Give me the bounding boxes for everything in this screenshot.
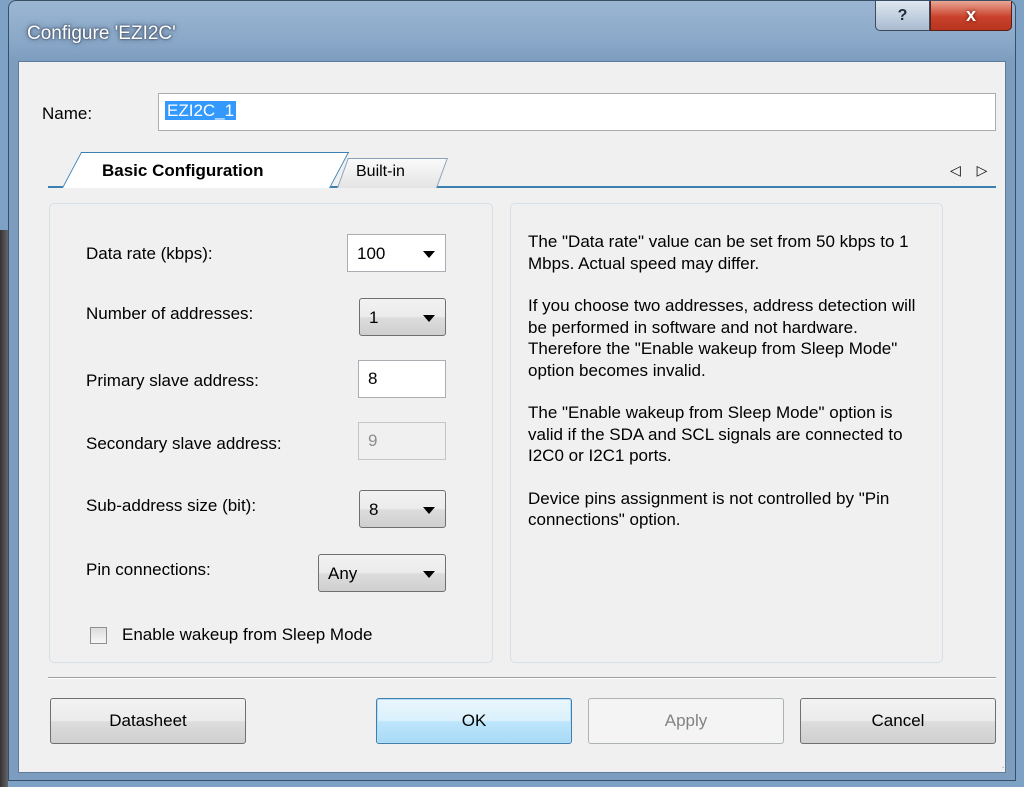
description-paragraph: The "Enable wakeup from Sleep Mode" opti…: [528, 403, 903, 465]
description-paragraph: Device pins assignment is not controlled…: [528, 488, 890, 530]
data-rate-value: 100: [357, 244, 386, 263]
chevron-down-icon: [423, 315, 435, 322]
button-separator: [48, 677, 996, 679]
help-button[interactable]: ?: [875, 1, 930, 31]
primary-address-label: Primary slave address:: [86, 371, 259, 390]
close-button[interactable]: x: [930, 1, 1012, 31]
window-title: Configure 'EZI2C': [27, 23, 176, 44]
description-paragraph: The "Data rate" value can be set from 50…: [528, 232, 909, 273]
name-label: Name:: [42, 104, 93, 123]
tab-scroll-arrows-icon[interactable]: ◁ ▷: [950, 162, 993, 179]
chevron-down-icon: [423, 571, 435, 578]
description-paragraph: If you choose two addresses, address det…: [528, 296, 916, 380]
wakeup-label[interactable]: Enable wakeup from Sleep Mode: [122, 625, 372, 645]
num-addresses-label: Number of addresses:: [86, 304, 254, 323]
apply-button[interactable]: Apply: [588, 698, 784, 744]
secondary-address-input[interactable]: 9: [358, 422, 446, 460]
num-addresses-select[interactable]: 1: [359, 298, 446, 336]
resize-grip-icon[interactable]: ·: ·:·: [1002, 763, 1014, 779]
ok-button[interactable]: OK: [376, 698, 572, 744]
subaddress-size-label: Sub-address size (bit):: [86, 496, 257, 515]
subaddress-size-value: 8: [369, 500, 379, 519]
pin-connections-select[interactable]: Any: [318, 554, 446, 592]
num-addresses-value: 1: [369, 308, 379, 327]
description-text: The "Data rate" value can be set from 50…: [528, 231, 928, 552]
data-rate-combo[interactable]: 100: [347, 234, 446, 272]
wakeup-checkbox[interactable]: [90, 627, 107, 644]
pin-connections-label: Pin connections:: [86, 560, 211, 579]
name-value: EZI2C_1: [165, 101, 237, 120]
chevron-down-icon: [423, 507, 435, 514]
tab-built-in-label: Built-in: [356, 163, 405, 180]
cancel-button[interactable]: Cancel: [800, 698, 996, 744]
datasheet-button[interactable]: Datasheet: [50, 698, 246, 744]
chevron-down-icon: [423, 251, 435, 258]
pin-connections-value: Any: [328, 564, 358, 583]
subaddress-size-select[interactable]: 8: [359, 490, 446, 528]
secondary-address-label: Secondary slave address:: [86, 434, 282, 453]
name-input[interactable]: EZI2C_1: [158, 93, 996, 131]
title-bar[interactable]: Configure 'EZI2C' ? x: [9, 1, 1015, 61]
primary-address-input[interactable]: 8: [358, 360, 446, 398]
data-rate-label: Data rate (kbps):: [86, 244, 213, 263]
window-shadow: [0, 230, 8, 787]
tab-basic-configuration-label: Basic Configuration: [102, 161, 264, 180]
